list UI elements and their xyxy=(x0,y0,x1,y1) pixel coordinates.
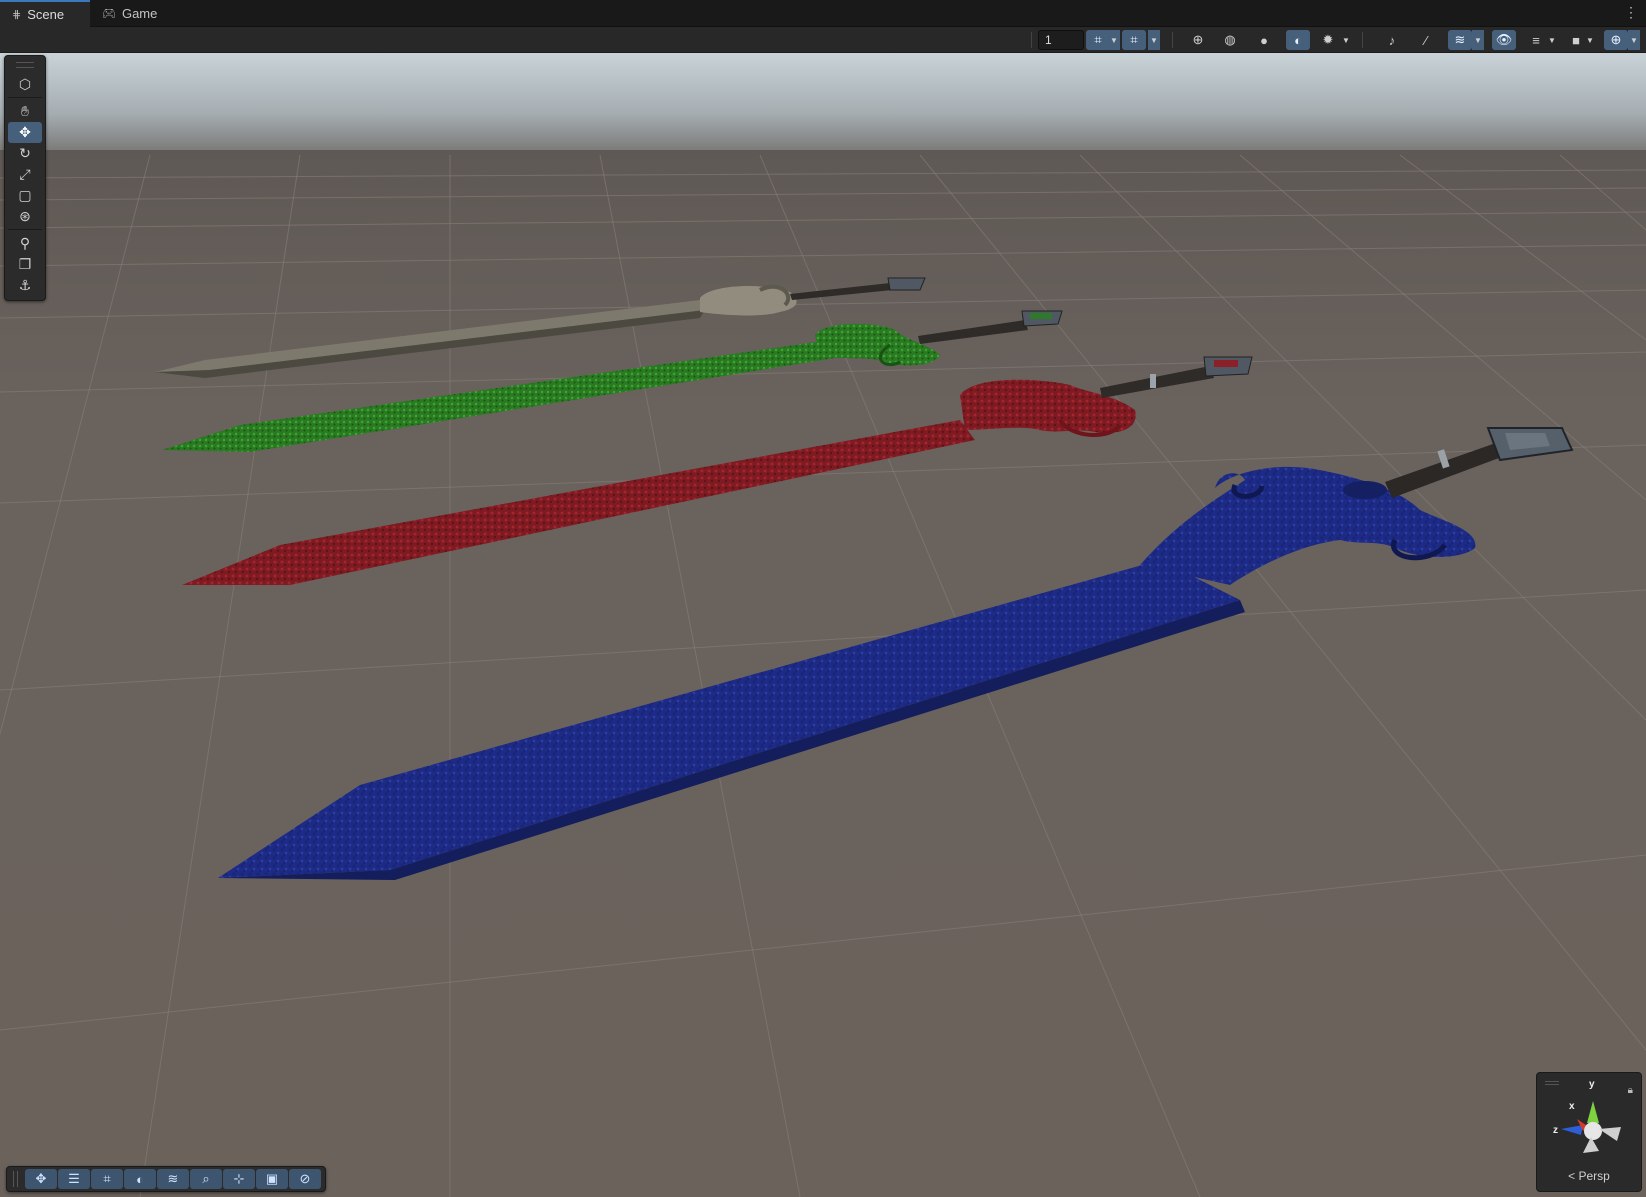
scale-tool-icon[interactable]: ⤢ xyxy=(8,164,42,185)
tab-scene[interactable]: ⋕ Scene xyxy=(0,0,90,27)
layers-icon[interactable]: ≋ xyxy=(157,1169,189,1189)
rotate-tool-icon[interactable]: ↻ xyxy=(8,143,42,164)
tab-game[interactable]: 🎮︎ Game xyxy=(90,0,160,27)
bottom-tools-grip[interactable] xyxy=(13,1171,18,1187)
effects-dropdown[interactable]: ▼ xyxy=(1340,30,1352,50)
search-icon[interactable]: ⌕ xyxy=(190,1169,222,1189)
gizmos-dropdown[interactable]: ▼ xyxy=(1628,30,1640,50)
layers-dropdown[interactable]: ▼ xyxy=(1472,30,1484,50)
axis-label-z: z xyxy=(1553,1125,1558,1136)
hand-tool-icon[interactable]: ✋︎ xyxy=(8,101,42,122)
scene-viewport[interactable]: ⬡ ✋︎ ✥ ↻ ⤢ ▢ ⊛ ⚲ ❐ ⚓︎ xyxy=(0,53,1646,1197)
scene-tools-overlay: ⬡ ✋︎ ✥ ↻ ⤢ ▢ ⊛ ⚲ ❐ ⚓︎ xyxy=(4,55,46,301)
grid-icon: ⋕ xyxy=(12,9,22,21)
scene-layers-icon[interactable]: ≡ xyxy=(1524,30,1548,50)
compass-icon[interactable]: ⊘ xyxy=(289,1169,321,1189)
move-tool-icon[interactable]: ✥ xyxy=(8,122,42,143)
grid-snap-dropdown[interactable]: ▼ xyxy=(1108,30,1120,50)
more-options-icon[interactable]: ⋮ xyxy=(1624,4,1638,21)
sphere-icon[interactable]: ◐ xyxy=(124,1169,156,1189)
pivot-icon[interactable]: ⊹ xyxy=(223,1169,255,1189)
component-tool-icon[interactable]: ❐ xyxy=(8,254,42,275)
scene-toolbar: 1 ⌗ ▼ ⌗ ▼ ⊕ ◍ ● ◐ ✹ ▼ ♪ ⁄ ≋ ▼ 👁︎ ≡ ▼ ■ ▼… xyxy=(0,27,1646,53)
align-icon[interactable]: ☰ xyxy=(58,1169,90,1189)
gamepad-icon: 🎮︎ xyxy=(102,8,116,20)
audio-icon[interactable]: ♪ xyxy=(1380,30,1404,50)
projection-toggle[interactable]: < Persp xyxy=(1537,1169,1641,1183)
increment-snap-icon[interactable]: ⌗ xyxy=(1122,30,1146,50)
move-icon[interactable]: ✥ xyxy=(25,1169,57,1189)
visibility-icon[interactable]: 👁︎ xyxy=(1492,30,1516,50)
scene-layers-dropdown[interactable]: ▼ xyxy=(1546,30,1558,50)
tab-scene-label: Scene xyxy=(27,7,65,22)
shading-solid-icon[interactable]: ● xyxy=(1252,30,1276,50)
toolbar-separator xyxy=(1172,32,1173,48)
scene-render xyxy=(0,53,1646,1197)
skybox xyxy=(0,53,1646,163)
toolbar-separator xyxy=(1362,32,1363,48)
tab-game-label: Game xyxy=(121,6,158,21)
increment-snap-dropdown[interactable]: ▼ xyxy=(1148,30,1160,50)
grid-size-field[interactable]: 1 xyxy=(1038,30,1084,50)
layers-icon[interactable]: ≋ xyxy=(1448,30,1472,50)
orientation-gizmo[interactable]: 🔒︎ y x z < Persp xyxy=(1536,1072,1642,1192)
custom-tool-icon[interactable]: ⚲ xyxy=(8,233,42,254)
projection-label: Persp xyxy=(1578,1169,1610,1183)
toolbar-separator xyxy=(1031,32,1032,48)
fx-icon[interactable]: ⁄ xyxy=(1414,30,1438,50)
draw-mode-icon[interactable]: ⊕ xyxy=(1186,30,1210,50)
rect-tool-icon[interactable]: ▢ xyxy=(8,185,42,206)
display-icon[interactable]: ▣ xyxy=(256,1169,288,1189)
effects-icon[interactable]: ✹ xyxy=(1316,30,1340,50)
gizmos-icon[interactable]: ⊕ xyxy=(1604,30,1628,50)
tab-bar: ⋕ Scene 🎮︎ Game ⋮ xyxy=(0,0,1646,27)
bottom-tools-overlay: ✥ ☰ ⌗ ◐ ≋ ⌕ ⊹ ▣ ⊘ xyxy=(6,1166,326,1192)
axis-label-x: x xyxy=(1569,1101,1575,1112)
view-tool-icon[interactable]: ⬡ xyxy=(8,74,42,95)
tools-grip[interactable] xyxy=(16,62,34,68)
lighting-icon[interactable]: ◐ xyxy=(1286,30,1310,50)
shading-wire-icon[interactable]: ◍ xyxy=(1218,30,1242,50)
grid-snap-icon[interactable]: ⌗ xyxy=(1086,30,1110,50)
transform-tool-icon[interactable]: ⊛ xyxy=(8,206,42,227)
axis-label-y: y xyxy=(1589,1079,1595,1090)
probe-tool-icon[interactable]: ⚓︎ xyxy=(8,275,42,296)
camera-dropdown[interactable]: ▼ xyxy=(1584,30,1596,50)
grid-icon[interactable]: ⌗ xyxy=(91,1169,123,1189)
